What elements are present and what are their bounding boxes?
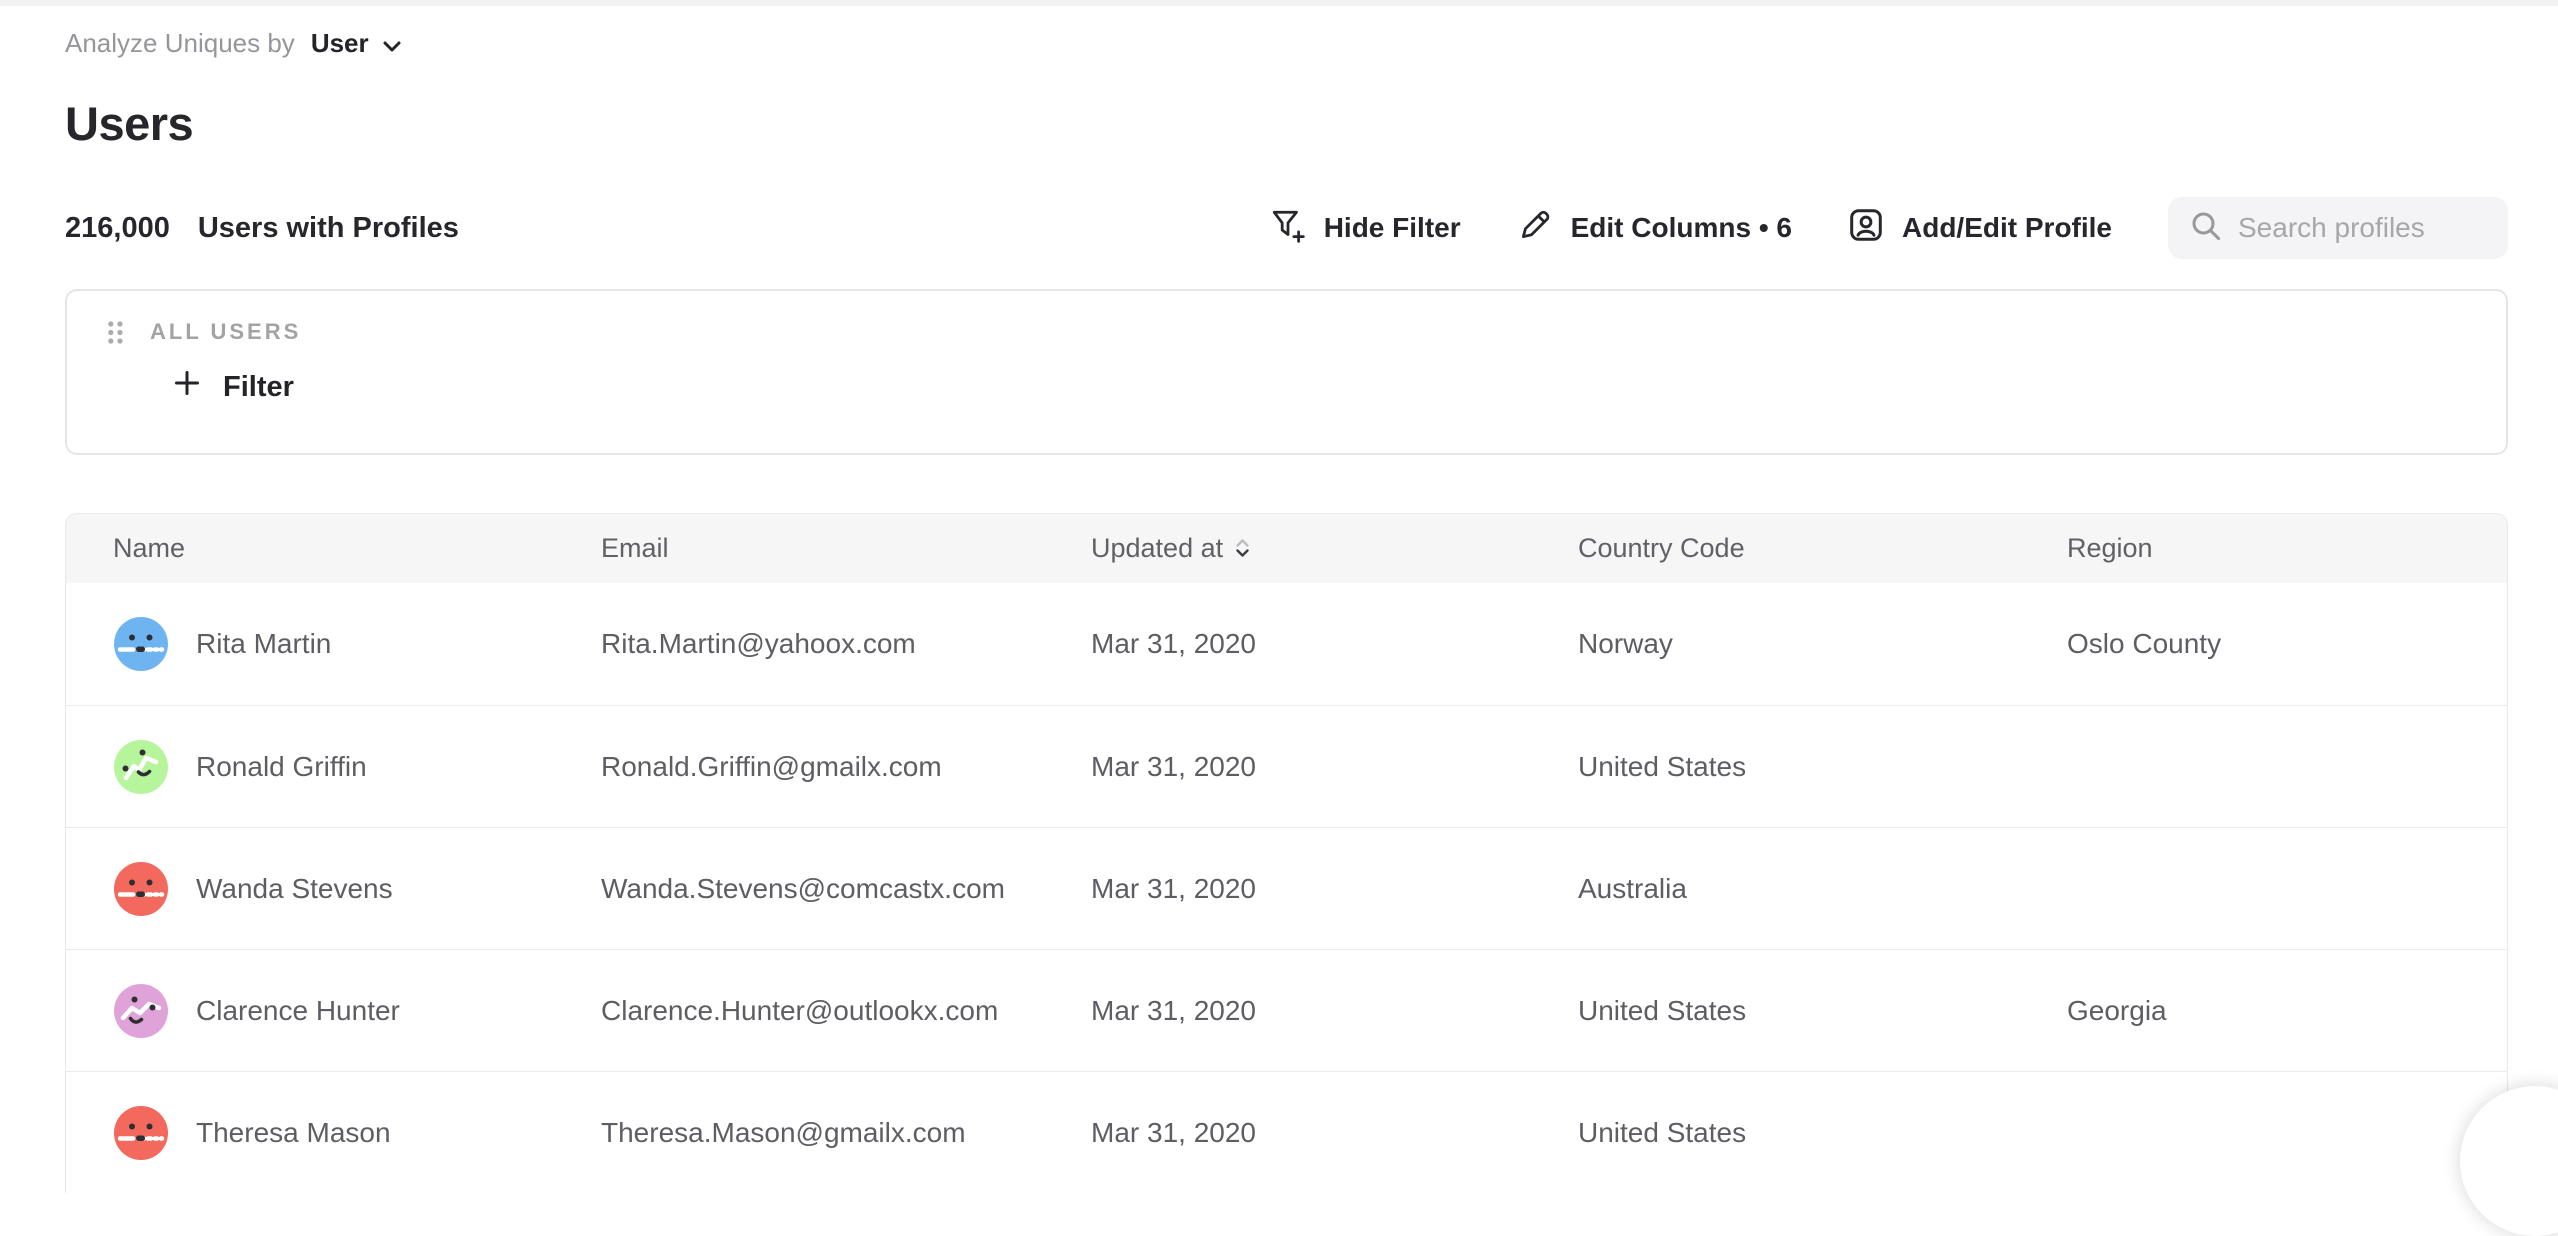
user-email: Theresa.Mason@gmailx.com [601,1117,1091,1149]
user-email: Wanda.Stevens@comcastx.com [601,873,1091,905]
analyze-uniques-label: Analyze Uniques by [65,28,295,59]
column-header-region[interactable]: Region [2067,533,2507,564]
pencil-icon [1517,207,1553,250]
users-table: Name Email Updated at Country Code Regio… [65,513,2508,1193]
toolbar: 216,000 Users with Profiles Hide Filter … [65,197,2508,259]
user-country-code: Australia [1578,873,2067,905]
toolbar-actions: Hide Filter Edit Columns • 6 Add/Edit Pr… [1270,197,2508,259]
plus-icon [173,369,201,405]
filter-group-label: ALL USERS [150,319,301,345]
top-edge-divider [0,0,2558,6]
user-country-code: United States [1578,995,2067,1027]
add-edit-profile-label: Add/Edit Profile [1902,212,2112,244]
funnel-plus-icon [1270,207,1306,250]
search-box[interactable] [2168,197,2508,259]
uniques-by-value: User [311,28,369,59]
user-name: Rita Martin [196,628,331,660]
search-profiles-input[interactable] [2238,212,2490,244]
drag-handle-icon[interactable] [107,320,124,345]
add-filter-button[interactable]: Filter [173,369,294,405]
edit-columns-button[interactable]: Edit Columns • 6 [1517,207,1792,250]
profiles-count: 216,000 Users with Profiles [65,212,459,245]
user-region: Oslo County [2067,628,2507,660]
table-row[interactable]: Ronald Griffin Ronald.Griffin@gmailx.com… [66,705,2507,827]
user-updated-at: Mar 31, 2020 [1091,873,1578,905]
user-avatar [113,739,169,795]
user-name: Clarence Hunter [196,995,400,1027]
hide-filter-label: Hide Filter [1324,212,1461,244]
user-updated-at: Mar 31, 2020 [1091,751,1578,783]
user-avatar [113,983,169,1039]
user-avatar [113,616,169,672]
add-filter-label: Filter [223,371,294,404]
user-email: Ronald.Griffin@gmailx.com [601,751,1091,783]
table-row[interactable]: Clarence Hunter Clarence.Hunter@outlookx… [66,949,2507,1071]
sort-icon[interactable] [1235,533,1250,564]
page-title: Users [65,96,2508,151]
table-row[interactable]: Theresa Mason Theresa.Mason@gmailx.com M… [66,1071,2507,1193]
table-row[interactable]: Rita Martin Rita.Martin@yahoox.com Mar 3… [66,583,2507,705]
user-email: Rita.Martin@yahoox.com [601,628,1091,660]
breadcrumb: Analyze Uniques by User [65,26,2508,60]
table-header: Name Email Updated at Country Code Regio… [66,514,2507,583]
user-updated-at: Mar 31, 2020 [1091,1117,1578,1149]
profile-card-icon [1848,207,1884,250]
user-country-code: United States [1578,751,2067,783]
user-email: Clarence.Hunter@outlookx.com [601,995,1091,1027]
column-header-email[interactable]: Email [601,533,1091,564]
users-page: Analyze Uniques by User Users 216,000 Us… [0,26,2558,1193]
edit-columns-label: Edit Columns • 6 [1571,212,1792,244]
user-updated-at: Mar 31, 2020 [1091,995,1578,1027]
chevron-down-icon [383,28,401,59]
profiles-count-label: Users with Profiles [198,212,459,245]
hide-filter-button[interactable]: Hide Filter [1270,207,1461,250]
user-name: Theresa Mason [196,1117,391,1149]
filter-panel: ALL USERS Filter [65,289,2508,455]
user-name: Ronald Griffin [196,751,367,783]
column-header-name[interactable]: Name [113,533,601,564]
table-row[interactable]: Wanda Stevens Wanda.Stevens@comcastx.com… [66,827,2507,949]
filter-group-header: ALL USERS [107,319,2506,345]
column-header-country-code[interactable]: Country Code [1578,533,2067,564]
user-region: Georgia [2067,995,2507,1027]
search-icon [2190,210,2222,247]
user-country-code: Norway [1578,628,2067,660]
column-header-updated-at[interactable]: Updated at [1091,533,1578,564]
user-name: Wanda Stevens [196,873,393,905]
table-body: Rita Martin Rita.Martin@yahoox.com Mar 3… [66,583,2507,1193]
uniques-by-dropdown[interactable]: User [311,28,401,59]
user-updated-at: Mar 31, 2020 [1091,628,1578,660]
user-avatar [113,1105,169,1161]
add-edit-profile-button[interactable]: Add/Edit Profile [1848,207,2112,250]
profiles-count-value: 216,000 [65,212,170,245]
user-country-code: United States [1578,1117,2067,1149]
user-avatar [113,861,169,917]
